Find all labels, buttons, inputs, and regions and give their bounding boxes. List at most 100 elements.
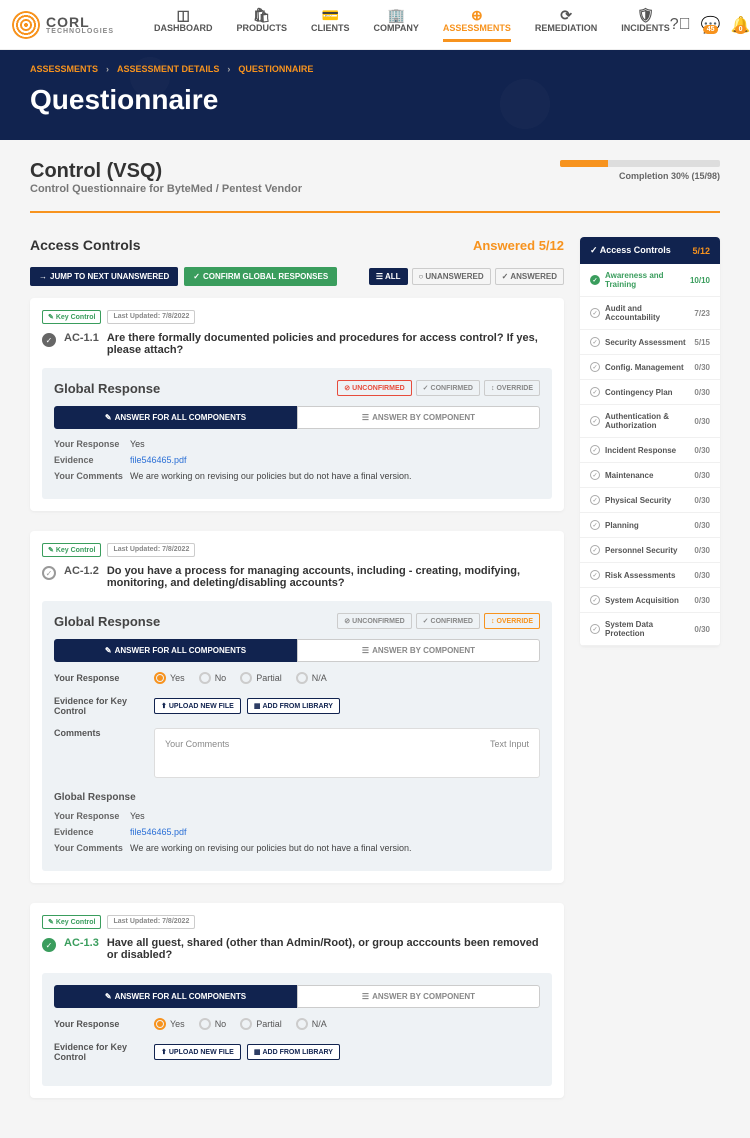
question-text: Do you have a process for managing accou… [107, 565, 552, 589]
override-chip[interactable]: ↕ OVERRIDE [484, 613, 540, 629]
nav-remediation[interactable]: ⟳REMEDIATION [535, 7, 597, 42]
sidebar-item[interactable]: ✓Maintenance0/30 [580, 463, 720, 488]
sidebar-item[interactable]: ✓Risk Assessments0/30 [580, 563, 720, 588]
sidebar-item[interactable]: ✓Planning0/30 [580, 513, 720, 538]
evidence-link[interactable]: file546465.pdf [130, 455, 540, 465]
jump-button[interactable]: → JUMP TO NEXT UNANSWERED [30, 267, 178, 286]
nav-products[interactable]: 🛍PRODUCTS [237, 7, 288, 42]
filter-all[interactable]: ☰ ALL [369, 268, 408, 285]
breadcrumb-details[interactable]: ASSESSMENT DETAILS [117, 64, 219, 74]
filter-unanswered[interactable]: ○ UNANSWERED [412, 268, 491, 285]
sidebar-item[interactable]: ✓Contingency Plan0/30 [580, 380, 720, 405]
tab-answer-by-component[interactable]: ☰ ANSWER BY COMPONENT [297, 639, 540, 662]
radio-partial[interactable]: Partial [240, 672, 282, 684]
question-id: AC-1.1 [64, 332, 99, 344]
radio-na[interactable]: N/A [296, 1018, 327, 1030]
global-response-panel: Global Response ⊘ UNCONFIRMED ✓ CONFIRME… [42, 368, 552, 499]
tab-answer-all[interactable]: ✎ ANSWER FOR ALL COMPONENTS [54, 639, 297, 662]
radio-no[interactable]: No [199, 1018, 227, 1030]
radio-no[interactable]: No [199, 672, 227, 684]
messages-badge: 45 [703, 25, 719, 34]
global-response-panel: Global Response ⊘ UNCONFIRMED ✓ CONFIRME… [42, 601, 552, 871]
sidebar-item[interactable]: ✓System Data Protection0/30 [580, 613, 720, 646]
global-response-title: Global Response [54, 614, 160, 629]
sidebar-item[interactable]: ✓Authentication & Authorization0/30 [580, 405, 720, 438]
nav-dashboard[interactable]: ◫DASHBOARD [154, 7, 213, 42]
company-icon: 🏢 [388, 7, 405, 24]
sidebar-item[interactable]: ✓Config. Management0/30 [580, 355, 720, 380]
global-response-subsection: Global Response [54, 792, 540, 803]
tab-answer-all[interactable]: ✎ ANSWER FOR ALL COMPONENTS [54, 406, 297, 429]
assessments-icon: ⊕ [471, 7, 483, 24]
messages-icon[interactable]: 💬45 [701, 15, 721, 35]
last-updated-tag: Last Updated: 7/8/2022 [107, 310, 195, 324]
upload-file-button[interactable]: ⬆ UPLOAD NEW FILE [154, 698, 241, 714]
categories-sidebar: ✓ Access Controls 5/12 ✓Awareness and Tr… [580, 237, 720, 646]
nav-assessments[interactable]: ⊕ASSESSMENTS [443, 7, 511, 42]
override-chip[interactable]: ↕ OVERRIDE [484, 380, 540, 396]
tab-answer-by-component[interactable]: ☰ ANSWER BY COMPONENT [297, 406, 540, 429]
sidebar-item[interactable]: ✓System Acquisition0/30 [580, 588, 720, 613]
incidents-icon: 🛡 [637, 7, 655, 24]
sidebar-item[interactable]: ✓Security Assessment5/15 [580, 330, 720, 355]
radio-yes[interactable]: Yes [154, 1018, 185, 1030]
radio-na[interactable]: N/A [296, 672, 327, 684]
question-card: ✎ Key Control Last Updated: 7/8/2022 ✓ A… [30, 531, 564, 883]
sidebar-item[interactable]: ✓Audit and Accountability7/23 [580, 297, 720, 330]
question-text: Have all guest, shared (other than Admin… [107, 937, 552, 961]
sidebar-header[interactable]: ✓ Access Controls 5/12 [580, 237, 720, 264]
tab-answer-all[interactable]: ✎ ANSWER FOR ALL COMPONENTS [54, 985, 297, 1008]
app-header: CORL TECHNOLOGIES ◫DASHBOARD 🛍PRODUCTS 💳… [0, 0, 750, 50]
status-icon: ✓ [42, 566, 56, 580]
status-icon: ✓ [42, 938, 56, 952]
page-title: Questionnaire [30, 84, 720, 116]
tab-answer-by-component[interactable]: ☰ ANSWER BY COMPONENT [297, 985, 540, 1008]
question-id: AC-1.2 [64, 565, 99, 577]
response-radio-group: Yes No Partial N/A [154, 672, 327, 684]
last-updated-tag: Last Updated: 7/8/2022 [107, 915, 195, 929]
evidence-link[interactable]: file546465.pdf [130, 827, 540, 837]
divider [30, 211, 720, 213]
answered-count: Answered 5/12 [473, 238, 564, 253]
control-subtitle: Control Questionnaire for ByteMed / Pent… [30, 183, 302, 195]
radio-partial[interactable]: Partial [240, 1018, 282, 1030]
unconfirmed-chip[interactable]: ⊘ UNCONFIRMED [337, 613, 411, 629]
status-icon: ✓ [42, 333, 56, 347]
global-response-title: Global Response [54, 381, 160, 396]
content: Control (VSQ) Control Questionnaire for … [0, 140, 750, 1138]
help-icon[interactable]: ?⃝ [670, 16, 691, 34]
section-title: Access Controls [30, 237, 140, 253]
filter-answered[interactable]: ✓ ANSWERED [495, 268, 564, 285]
confirmed-chip[interactable]: ✓ CONFIRMED [416, 380, 480, 396]
add-from-library-button[interactable]: ▦ ADD FROM LIBRARY [247, 1044, 340, 1060]
global-response-panel: ✎ ANSWER FOR ALL COMPONENTS ☰ ANSWER BY … [42, 973, 552, 1086]
key-control-tag: ✎ Key Control [42, 915, 101, 929]
sidebar-item[interactable]: ✓Awareness and Training10/10 [580, 264, 720, 297]
control-title: Control (VSQ) [30, 160, 302, 183]
radio-yes[interactable]: Yes [154, 672, 185, 684]
nav-company[interactable]: 🏢COMPANY [374, 7, 419, 42]
question-text: Are there formally documented policies a… [107, 332, 552, 356]
notifications-badge: 0 [735, 25, 747, 34]
notifications-icon[interactable]: 🔔0 [731, 15, 750, 35]
breadcrumb-assessments[interactable]: ASSESSMENTS [30, 64, 98, 74]
nav-incidents[interactable]: 🛡INCIDENTS [621, 7, 670, 42]
sidebar-item[interactable]: ✓Incident Response0/30 [580, 438, 720, 463]
key-control-tag: ✎ Key Control [42, 310, 101, 324]
question-card: ✎ Key Control Last Updated: 7/8/2022 ✓ A… [30, 903, 564, 1098]
confirm-global-button[interactable]: ✓ CONFIRM GLOBAL RESPONSES [184, 267, 337, 286]
breadcrumb-questionnaire[interactable]: QUESTIONNAIRE [238, 64, 313, 74]
confirmed-chip[interactable]: ✓ CONFIRMED [416, 613, 480, 629]
upload-file-button[interactable]: ⬆ UPLOAD NEW FILE [154, 1044, 241, 1060]
logo[interactable]: CORL TECHNOLOGIES [12, 11, 114, 39]
unconfirmed-chip[interactable]: ⊘ UNCONFIRMED [337, 380, 411, 396]
nav-clients[interactable]: 💳CLIENTS [311, 7, 350, 42]
add-from-library-button[interactable]: ▦ ADD FROM LIBRARY [247, 698, 340, 714]
question-id: AC-1.3 [64, 937, 99, 949]
sidebar-item[interactable]: ✓Physical Security0/30 [580, 488, 720, 513]
sidebar-item[interactable]: ✓Personnel Security0/30 [580, 538, 720, 563]
question-card: ✎ Key Control Last Updated: 7/8/2022 ✓ A… [30, 298, 564, 511]
header-actions: ?⃝ 💬45 🔔0 [670, 12, 750, 38]
products-icon: 🛍 [253, 7, 271, 24]
comments-textarea[interactable]: Your Comments Text Input [154, 728, 540, 778]
